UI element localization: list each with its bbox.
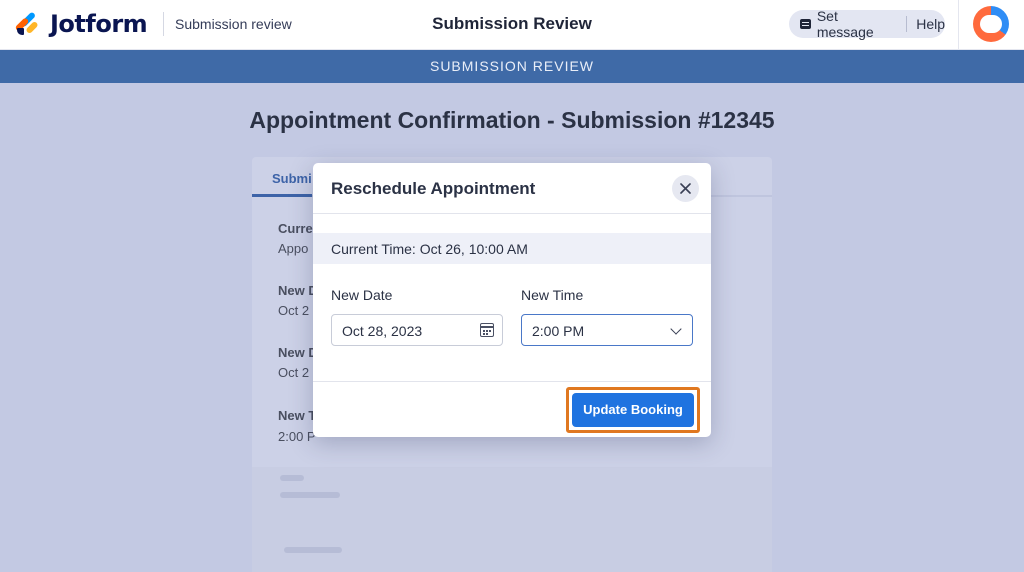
top-header: Jotform Submission review Submission Rev… [0,0,1024,50]
modal-footer-divider [313,381,711,382]
modal-title: Reschedule Appointment [331,179,536,198]
field-label: New D [278,283,318,298]
calendar-icon[interactable] [480,323,494,337]
field-value: 2:00 P [278,429,316,444]
field-label: Curre [278,221,313,236]
reschedule-modal: Reschedule Appointment Current Time: Oct… [313,163,711,437]
set-message-button[interactable]: Set message [817,8,897,40]
new-date-label: New Date [331,287,393,303]
page-title: Appointment Confirmation - Submission #1… [249,107,775,133]
current-time-row: Current Time: Oct 26, 10:00 AM [313,233,711,264]
blurred-text [284,547,342,553]
tab-submission[interactable]: Submi [272,171,312,186]
update-booking-button[interactable]: Update Booking [572,393,694,427]
blurred-section [252,467,772,572]
message-icon [800,19,811,29]
field-value: Appo [278,241,309,256]
close-button[interactable] [672,175,699,202]
avatar-container [958,0,1024,50]
blurred-text [280,475,304,481]
field-label: New D [278,345,318,360]
new-date-value: Oct 28, 2023 [342,323,423,339]
field-label: New T [278,408,317,423]
avatar-icon[interactable] [973,6,1009,42]
pill-divider [906,16,908,32]
blurred-text [280,492,340,498]
close-icon [680,183,691,194]
tab-active-indicator [252,194,312,197]
field-value: Oct 2 [278,303,310,318]
help-button[interactable]: Help [916,16,945,32]
section-band: SUBMISSION REVIEW [0,50,1024,83]
header-actions-pill: Set message Help [789,8,945,40]
new-time-select[interactable]: 2:00 PM [521,314,693,346]
new-time-value: 2:00 PM [532,323,585,339]
current-time-text: Current Time: Oct 26, 10:00 AM [331,241,528,257]
chevron-down-icon [670,323,682,335]
new-date-field[interactable]: Oct 28, 2023 [331,314,503,346]
new-time-label: New Time [521,287,584,303]
modal-header-divider [313,213,711,214]
field-value: Oct 2 [278,365,310,380]
